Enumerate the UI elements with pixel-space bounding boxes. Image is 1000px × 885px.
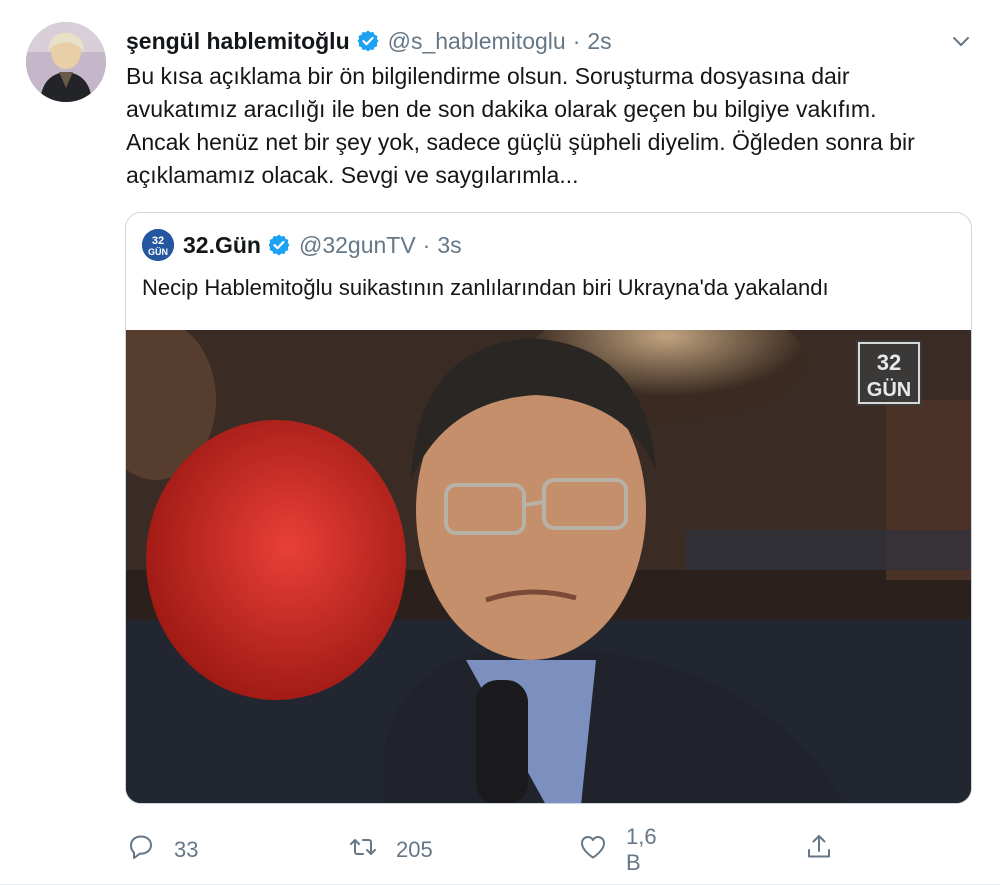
tweet-time[interactable]: 2s <box>587 28 611 55</box>
quoted-logo-top: 32 <box>152 235 164 247</box>
quoted-header: 32.Gün @32gunTV · 3s <box>183 231 462 259</box>
tweet-text-line: avukatımız aracılığı ile ben de son daki… <box>126 96 877 122</box>
reply-icon <box>126 832 156 868</box>
quoted-author-handle[interactable]: @32gunTV <box>299 232 416 259</box>
media-watermark-bottom: GÜN <box>867 378 911 401</box>
retweet-count: 205 <box>396 837 433 862</box>
quoted-tweet[interactable]: 32 GÜN 32.Gün @32gunTV · 3s Necip Hablem… <box>125 212 972 804</box>
author-name[interactable]: şengül hablemitoğlu <box>126 28 350 55</box>
author-avatar[interactable] <box>26 22 106 102</box>
author-handle[interactable]: @s_hablemitoglu <box>388 28 566 55</box>
share-icon <box>804 832 834 868</box>
quoted-text: Necip Hablemitoğlu suikastının zanlıları… <box>142 275 829 300</box>
quoted-logo-bottom: GÜN <box>148 247 168 257</box>
retweet-icon <box>348 832 378 868</box>
retweet-button[interactable]: 205 <box>348 833 433 867</box>
chevron-down-icon[interactable] <box>950 30 972 52</box>
tweet[interactable]: şengül hablemitoğlu @s_hablemitoglu · 2s… <box>0 0 1000 885</box>
tweet-text-line: Bu kısa açıklama bir ön bilgilendirme ol… <box>126 63 850 89</box>
verified-icon <box>356 29 380 53</box>
tweet-text: Bu kısa açıklama bir ön bilgilendirme ol… <box>126 60 986 192</box>
tweet-text-line: açıklamamız olacak. Sevgi ve saygılarıml… <box>126 162 579 188</box>
quoted-time[interactable]: 3s <box>437 232 461 259</box>
like-icon <box>578 832 608 868</box>
reply-count: 33 <box>174 837 199 862</box>
media-watermark-top: 32 <box>877 350 901 375</box>
tweet-text-line: Ancak henüz net bir şey yok, sadece güçl… <box>126 129 915 155</box>
tweet-header: şengül hablemitoğlu @s_hablemitoglu · 2s <box>126 26 612 56</box>
share-button[interactable] <box>804 833 834 867</box>
separator-dot: · <box>422 231 431 258</box>
reply-button[interactable]: 33 <box>126 833 198 867</box>
quoted-author-avatar[interactable]: 32 GÜN <box>142 229 174 261</box>
like-count: 1,6 B <box>626 824 657 875</box>
like-button[interactable]: 1,6 B <box>578 824 657 875</box>
verified-icon <box>267 233 291 257</box>
quoted-media-image[interactable]: 32 GÜN <box>126 330 971 803</box>
quoted-author-name[interactable]: 32.Gün <box>183 232 261 259</box>
separator-dot: · <box>572 27 581 54</box>
